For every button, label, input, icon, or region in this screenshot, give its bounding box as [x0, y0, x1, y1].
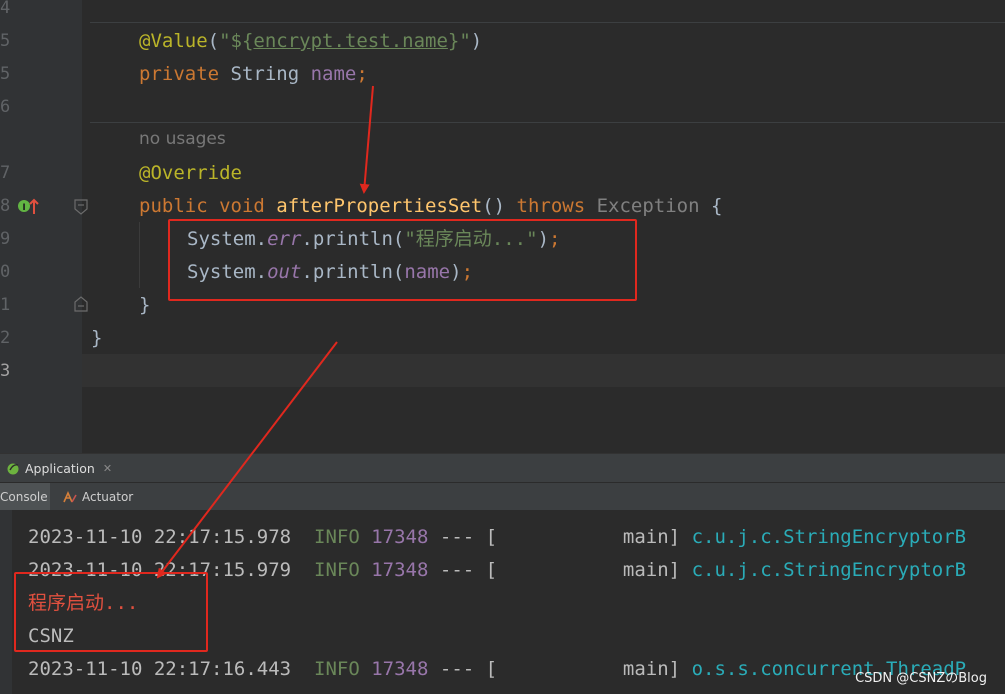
- arrow-field-to-method: [359, 85, 374, 194]
- arrow-code-to-console: [156, 341, 338, 579]
- annotation-arrows: [156, 85, 374, 579]
- watermark: CSDN @CSNZのBlog: [855, 671, 987, 686]
